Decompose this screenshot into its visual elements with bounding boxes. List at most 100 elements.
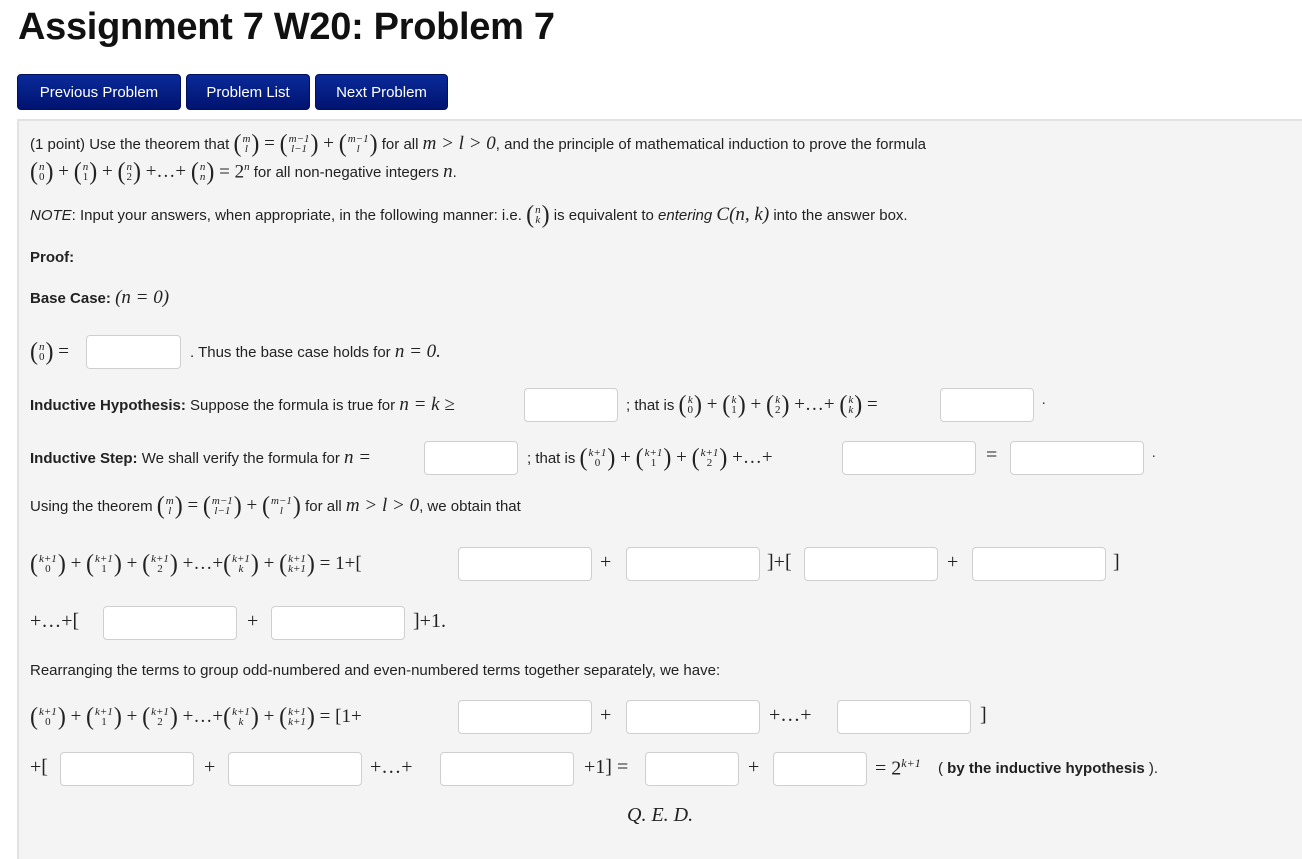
plus-bracket: +[ [30, 756, 48, 778]
expand-1b-input[interactable] [626, 547, 760, 581]
close-bracket: ] [1113, 551, 1120, 573]
base-eq-line: (n 0) = [30, 338, 69, 366]
plus: + [247, 610, 259, 632]
binom-m-l: (m l) [156, 492, 183, 520]
by-ih-text: ( by the inductive hypothesis ). [938, 759, 1159, 777]
problem-list-button[interactable]: Problem List [186, 74, 310, 110]
binom-k1-2: (k+1 2) [142, 550, 178, 578]
note-text: : Input your answers, when appropriate, … [71, 206, 522, 224]
previous-problem-button[interactable]: Previous Problem [17, 74, 181, 110]
is-sum-input[interactable] [1010, 441, 1144, 475]
binom-k-0: (k 0) [678, 391, 703, 419]
binom-m-l: (m l) [233, 130, 260, 158]
close-bracket: ] [980, 704, 987, 726]
binom-k1-0: (k+1 0) [30, 703, 66, 731]
binom-k1-k1: (k+1 k+1) [279, 550, 315, 578]
ih-label: Inductive Hypothesis: [30, 396, 186, 414]
binom-k1-2: (k+1 2) [691, 444, 728, 472]
base-value-input[interactable] [86, 335, 181, 369]
page-title: Assignment 7 W20: Problem 7 [18, 6, 555, 48]
next-problem-button[interactable]: Next Problem [315, 74, 448, 110]
binom-n-n: (n n) [190, 158, 215, 186]
expansion-lhs: (k+1 0) + (k+1 1) + (k+1 2) +…+ (k+1 k) + (k… [30, 550, 362, 578]
proof-label: Proof: [30, 248, 75, 266]
binom-m1-l1: (m−1 l−1) [279, 130, 319, 158]
is-text: We shall verify the formula for [141, 449, 340, 467]
ih-cond: n = k ≥ [399, 394, 455, 415]
rearr-2-input[interactable] [626, 700, 760, 734]
equals: = [986, 444, 998, 466]
period: . [1152, 446, 1156, 461]
is-cond: n = [344, 447, 372, 468]
is-last-term-input[interactable] [842, 441, 976, 475]
ih-text: Suppose the formula is true for [190, 396, 396, 414]
bracket-plus-bracket: ]+[ [767, 551, 792, 573]
expand-1a-input[interactable] [458, 547, 592, 581]
binom-n-0: (n 0) [30, 338, 54, 366]
note-mid-text: is equivalent to [553, 206, 654, 224]
rearr-3-input[interactable] [837, 700, 971, 734]
binom-k1-k1: (k+1 k+1) [279, 703, 315, 731]
base-case-label: Base Case: [30, 289, 111, 307]
binom-m1-l1: (m−1 l−1) [202, 492, 242, 520]
binom-k1-2: (k+1 2) [142, 703, 178, 731]
base-end-math: n = 0. [394, 341, 441, 362]
note-end-text: into the answer box. [773, 206, 908, 224]
expand-3b-input[interactable] [271, 606, 405, 640]
ih-thatis-text: ; that is [626, 396, 675, 414]
using-line: Using the theorem (m l) = (m−1 l−1) + (m−1… [30, 492, 521, 520]
binom-n-0: (n 0) [30, 158, 54, 186]
ih-sum-input[interactable] [940, 388, 1034, 422]
rearr-1-input[interactable] [458, 700, 592, 734]
rearr-5-input[interactable] [228, 752, 362, 786]
expand-2b-input[interactable] [972, 547, 1106, 581]
ih-kmin-input[interactable] [524, 388, 618, 422]
note-label: NOTE [30, 206, 72, 224]
using-end: , we obtain that [419, 497, 521, 515]
binom-n-k: (n k) [526, 201, 550, 229]
plus-dots-plus: +…+ [769, 704, 812, 726]
binom-k1-k: (k+1 k) [223, 550, 259, 578]
binom-k1-1: (k+1 1) [86, 703, 122, 731]
for-all-text: for all [381, 135, 419, 153]
binom-m1-l: (m−1 l) [338, 130, 378, 158]
using-cond: m > l > 0 [345, 495, 420, 516]
ih-line: Inductive Hypothesis: Suppose the formul… [30, 387, 455, 423]
final-a-input[interactable] [645, 752, 739, 786]
binom-k-2: (k 2) [765, 391, 790, 419]
binom-k-k: (k k) [839, 391, 863, 419]
plus-dots-plus: +…+ [370, 756, 413, 778]
formula-line: (n 0) + (n 1) + (n 2) +…+ (n n) = 2n for all… [30, 158, 457, 186]
rearrange-text: Rearranging the terms to group odd-numbe… [30, 661, 721, 679]
binom-m1-l: (m−1 l) [262, 492, 301, 520]
plus: + [204, 756, 216, 778]
using-forall: for all [305, 497, 342, 515]
rearrange-lhs: (k+1 0) + (k+1 1) + (k+1 2) +…+ (k+1 k) + (k… [30, 703, 362, 731]
expand-3a-input[interactable] [103, 606, 237, 640]
is-n-input[interactable] [424, 441, 518, 475]
intro-rest-text: , and the principle of mathematical indu… [495, 135, 927, 153]
final-b-input[interactable] [773, 752, 867, 786]
qed: Q. E. D. [627, 804, 694, 826]
condition-math: m > l > 0 [422, 133, 496, 154]
using-text: Using the theorem [30, 497, 153, 515]
intro-text: (1 point) Use the theorem that [30, 135, 230, 153]
plus-dots-bracket: +…+[ [30, 610, 80, 632]
period: . [1042, 393, 1046, 408]
base-case-line: Base Case: (n = 0) [30, 280, 169, 316]
binom-k1-1: (k+1 1) [635, 444, 672, 472]
expand-2a-input[interactable] [804, 547, 938, 581]
base-case-text: . Thus the base case holds for n = 0. [190, 334, 441, 370]
is-line: Inductive Step: We shall verify the form… [30, 440, 371, 476]
binom-k1-0: (k+1 0) [30, 550, 66, 578]
plus: + [947, 551, 959, 573]
is-thatis: ; that is (k+1 0) + (k+1 1) + (k+1 2) +…+ [527, 444, 773, 472]
formula-var: n [443, 161, 453, 182]
rearr-6-input[interactable] [440, 752, 574, 786]
rearr-4-input[interactable] [60, 752, 194, 786]
note-line: NOTE : Input your answers, when appropri… [30, 197, 908, 233]
equals-2-pow: = 2k+1 [875, 756, 921, 780]
binom-n-2: (n 2) [117, 158, 141, 186]
bracket-plus-one: ]+1. [413, 610, 446, 632]
note-entering: entering [658, 206, 713, 224]
